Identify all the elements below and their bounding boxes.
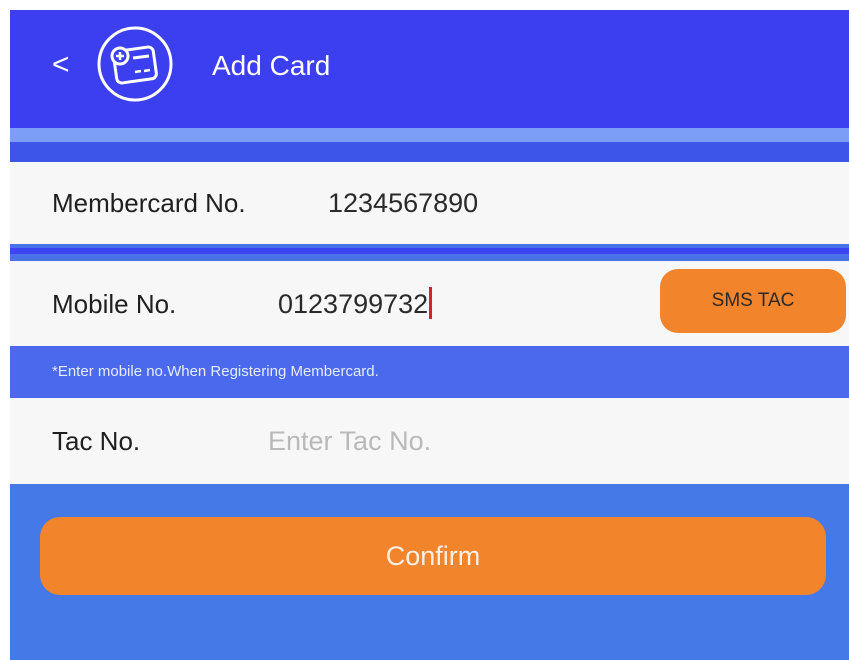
mobile-hint: *Enter mobile no.When Registering Member… [52, 363, 379, 380]
mobile-input[interactable]: 0123799732 [278, 287, 433, 321]
add-card-icon [95, 24, 175, 104]
tac-label: Tac No. [52, 426, 141, 456]
tac-row: Tac No. Enter Tac No. [10, 398, 849, 484]
tac-input[interactable]: Enter Tac No. [268, 424, 431, 458]
mobile-label: Mobile No. [52, 289, 177, 319]
confirm-button[interactable]: Confirm [40, 517, 826, 595]
back-button[interactable]: < [52, 45, 70, 85]
sms-tac-button[interactable]: SMS TAC [660, 269, 846, 333]
hint-band: *Enter mobile no.When Registering Member… [10, 346, 849, 398]
membercard-row: Membercard No. 1234567890 [10, 162, 849, 244]
row-divider [10, 244, 849, 261]
membercard-input[interactable]: 1234567890 [328, 186, 478, 220]
header-band [10, 142, 849, 162]
header-bar: < Add Card [10, 10, 849, 128]
header-divider [10, 128, 849, 142]
app-screen: < Add Card Membercard No. 1234567890 Mob… [10, 10, 849, 660]
membercard-label: Membercard No. [52, 188, 246, 218]
mobile-value: 0123799732 [278, 289, 429, 319]
text-caret [429, 287, 433, 319]
page-title: Add Card [212, 50, 331, 81]
